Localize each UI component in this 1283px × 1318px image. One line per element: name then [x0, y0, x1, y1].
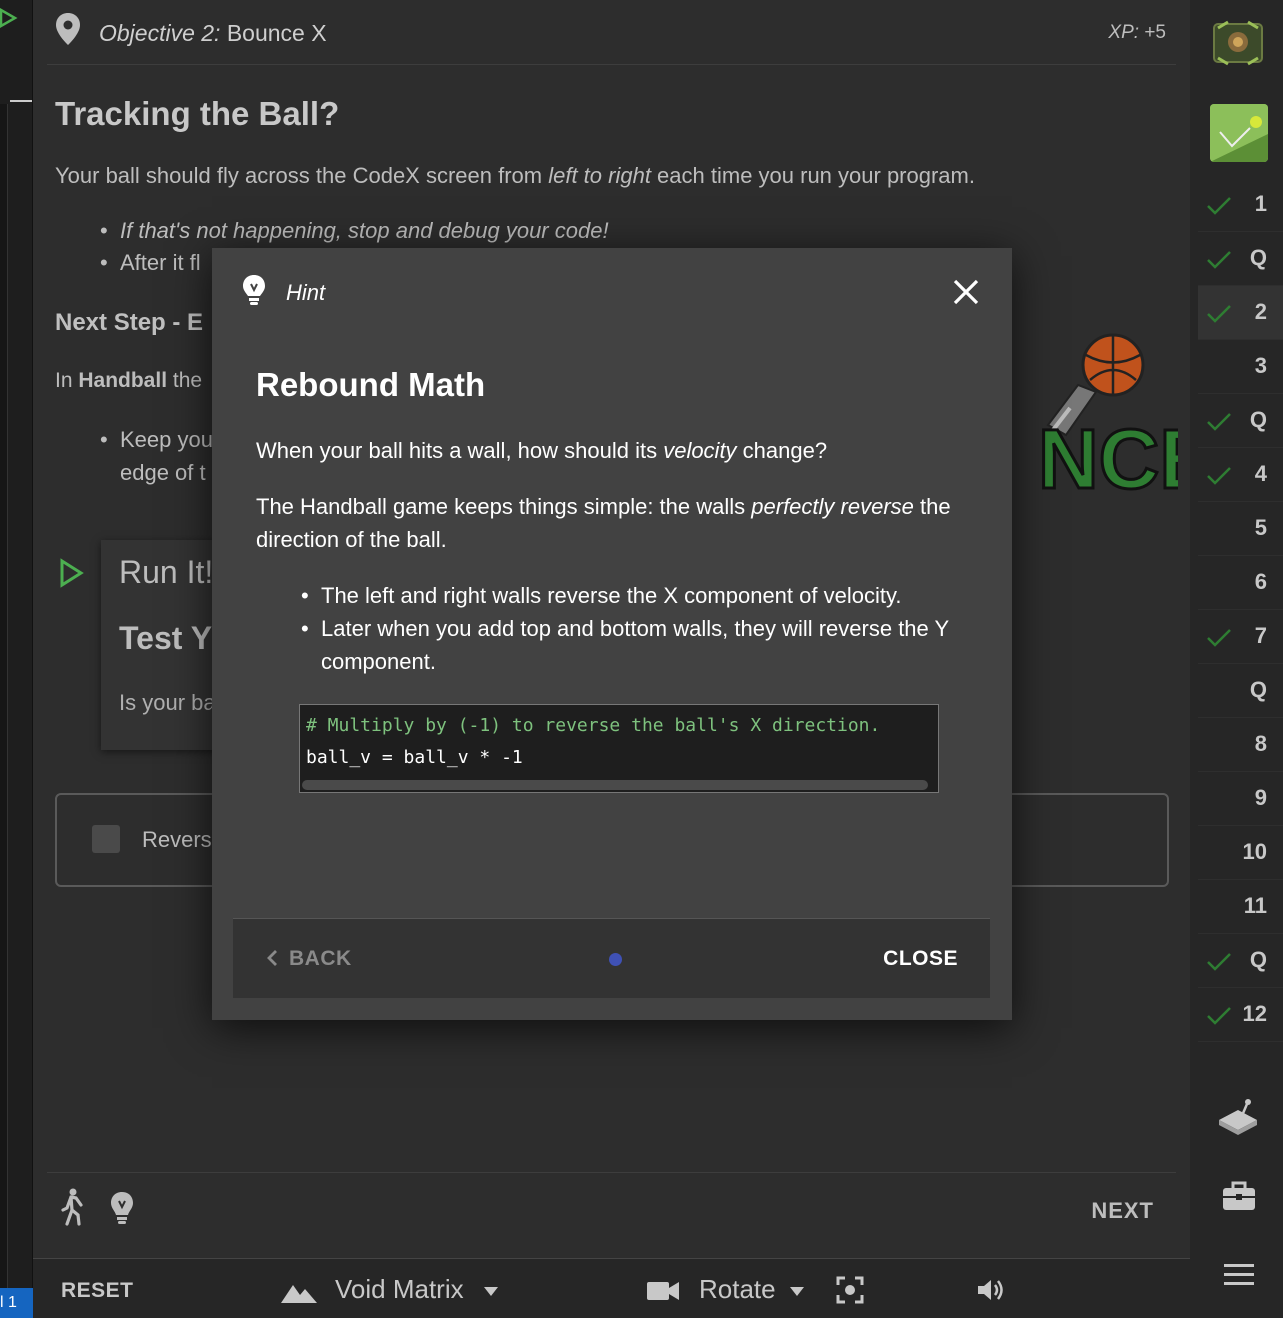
- code-line: ball_v = ball_v * -1: [306, 747, 523, 768]
- list-item: Later when you add top and bottom walls,…: [301, 612, 976, 678]
- paragraph-emphasis: perfectly reverse: [751, 494, 914, 519]
- code-scrollbar[interactable]: [302, 780, 928, 790]
- close-icon[interactable]: [952, 278, 980, 306]
- list-item: The left and right walls reverse the X c…: [301, 579, 976, 612]
- close-button[interactable]: CLOSE: [883, 947, 958, 971]
- dialog-paragraph: The Handball game keeps things simple: t…: [256, 490, 976, 556]
- paragraph-emphasis: velocity: [663, 438, 737, 463]
- back-label: BACK: [289, 947, 352, 970]
- code-block[interactable]: # Multiply by (-1) to reverse the ball's…: [299, 704, 939, 793]
- paragraph-text: change?: [736, 438, 828, 463]
- back-button[interactable]: BACK: [265, 947, 352, 971]
- dialog-title: Rebound Math: [256, 366, 486, 403]
- hint-dialog: Hint Rebound Math When your ball hits a …: [212, 248, 1012, 1020]
- dialog-footer: BACK CLOSE: [233, 918, 990, 998]
- paragraph-text: When your ball hits a wall, how should i…: [256, 438, 664, 463]
- dialog-type: Hint: [286, 280, 326, 305]
- app-root: l 1 Objective 2: Bounce X XP: +5 Trackin…: [0, 0, 1283, 1318]
- page-indicator-dot: [609, 953, 622, 966]
- dialog-body: Rebound Math When your ball hits a wall,…: [256, 366, 976, 702]
- paragraph-text: The Handball game keeps things simple: t…: [256, 494, 752, 519]
- chevron-left-icon: [267, 950, 277, 966]
- dialog-bullet-list: The left and right walls reverse the X c…: [301, 579, 976, 678]
- code-comment: # Multiply by (-1) to reverse the ball's…: [306, 715, 881, 736]
- dialog-paragraph: When your ball hits a wall, how should i…: [256, 434, 976, 467]
- lightbulb-icon: [243, 275, 265, 305]
